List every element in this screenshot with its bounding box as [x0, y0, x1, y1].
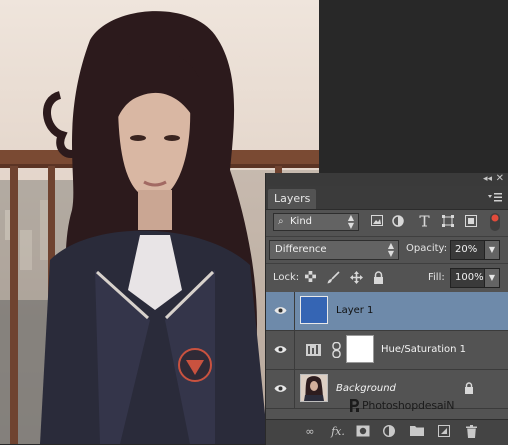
link-layers-icon[interactable]: ∞	[302, 425, 318, 439]
tab-layers[interactable]: Layers	[268, 189, 317, 209]
blend-mode-value: Difference	[275, 244, 327, 255]
spinner-icon: ▲ ▼	[347, 213, 354, 230]
panel-footer: ∞ fx.	[266, 419, 508, 445]
layer-thumbnail[interactable]	[300, 374, 328, 402]
panel-menu-icon[interactable]	[488, 192, 502, 202]
brush-icon[interactable]	[326, 271, 340, 285]
lock-label: Lock:	[273, 272, 300, 283]
half-circle-icon[interactable]	[391, 215, 405, 229]
watermark-logo-icon	[350, 399, 359, 412]
divider	[266, 263, 508, 264]
type-icon[interactable]	[417, 215, 431, 229]
layer-mask-thumbnail[interactable]	[346, 335, 374, 363]
visibility-toggle[interactable]	[266, 331, 295, 369]
eye-icon	[274, 307, 287, 314]
image-icon[interactable]	[370, 215, 384, 229]
opacity-label: Opacity:	[406, 243, 448, 254]
layer-name[interactable]: Layer 1	[336, 305, 373, 316]
shape-icon[interactable]	[441, 215, 455, 229]
eye-icon	[274, 385, 287, 392]
visibility-toggle[interactable]	[266, 370, 295, 408]
filter-kind-label: Kind	[290, 216, 313, 227]
layer-row-layer-1[interactable]: Layer 1	[266, 292, 508, 331]
smart-object-icon[interactable]	[464, 215, 478, 229]
filter-row: ⌕ Kind ▲ ▼	[266, 210, 508, 236]
opacity-value: 20%	[455, 244, 478, 255]
layer-name[interactable]: Background	[336, 383, 396, 394]
blend-mode-select[interactable]: Difference ▲ ▼	[269, 240, 399, 260]
new-layer-icon[interactable]	[436, 425, 452, 439]
eye-icon	[274, 346, 287, 353]
trash-icon[interactable]	[463, 425, 479, 439]
move-icon[interactable]	[349, 271, 363, 285]
chevron-down-icon[interactable]: ▼	[484, 269, 499, 287]
fx-icon[interactable]: fx.	[330, 425, 346, 439]
spinner-icon: ▲ ▼	[387, 241, 394, 258]
fill-label: Fill:	[428, 272, 445, 283]
collapse-icon[interactable]: ◂◂	[483, 174, 492, 184]
checker-icon[interactable]	[303, 271, 317, 285]
lock-icon[interactable]	[371, 271, 385, 285]
chain-link-icon[interactable]	[332, 342, 341, 358]
chevron-down-icon[interactable]: ▼	[484, 241, 499, 259]
filter-toggle-icon[interactable]	[488, 213, 502, 231]
watermark-text: PhotoshopdesaiN	[362, 399, 455, 412]
search-icon: ⌕	[278, 216, 284, 227]
panel-tab-bar: Layers	[266, 186, 508, 210]
hue-saturation-icon	[306, 344, 321, 356]
panel-top-bar: ◂◂ ✕	[266, 173, 508, 186]
folder-icon[interactable]	[409, 425, 425, 439]
fill-value: 100%	[455, 272, 484, 283]
fill-field[interactable]: 100% ▼	[450, 268, 500, 288]
lock-icon	[465, 382, 473, 394]
add-mask-icon[interactable]	[355, 425, 371, 439]
layer-name[interactable]: Hue/Saturation 1	[381, 344, 466, 355]
lock-row: Lock: Fill: 100% ▼	[266, 265, 508, 291]
visibility-toggle[interactable]	[266, 292, 295, 330]
filter-kind-select[interactable]: ⌕ Kind ▲ ▼	[273, 213, 359, 231]
blend-row: Difference ▲ ▼ Opacity: 20% ▼	[266, 237, 508, 263]
layer-thumbnail[interactable]	[300, 296, 328, 324]
layer-row-hue-saturation-1[interactable]: Hue/Saturation 1	[266, 331, 508, 370]
opacity-field[interactable]: 20% ▼	[450, 240, 500, 260]
close-icon[interactable]: ✕	[496, 173, 504, 184]
adjustment-layer-icon[interactable]	[381, 424, 397, 439]
